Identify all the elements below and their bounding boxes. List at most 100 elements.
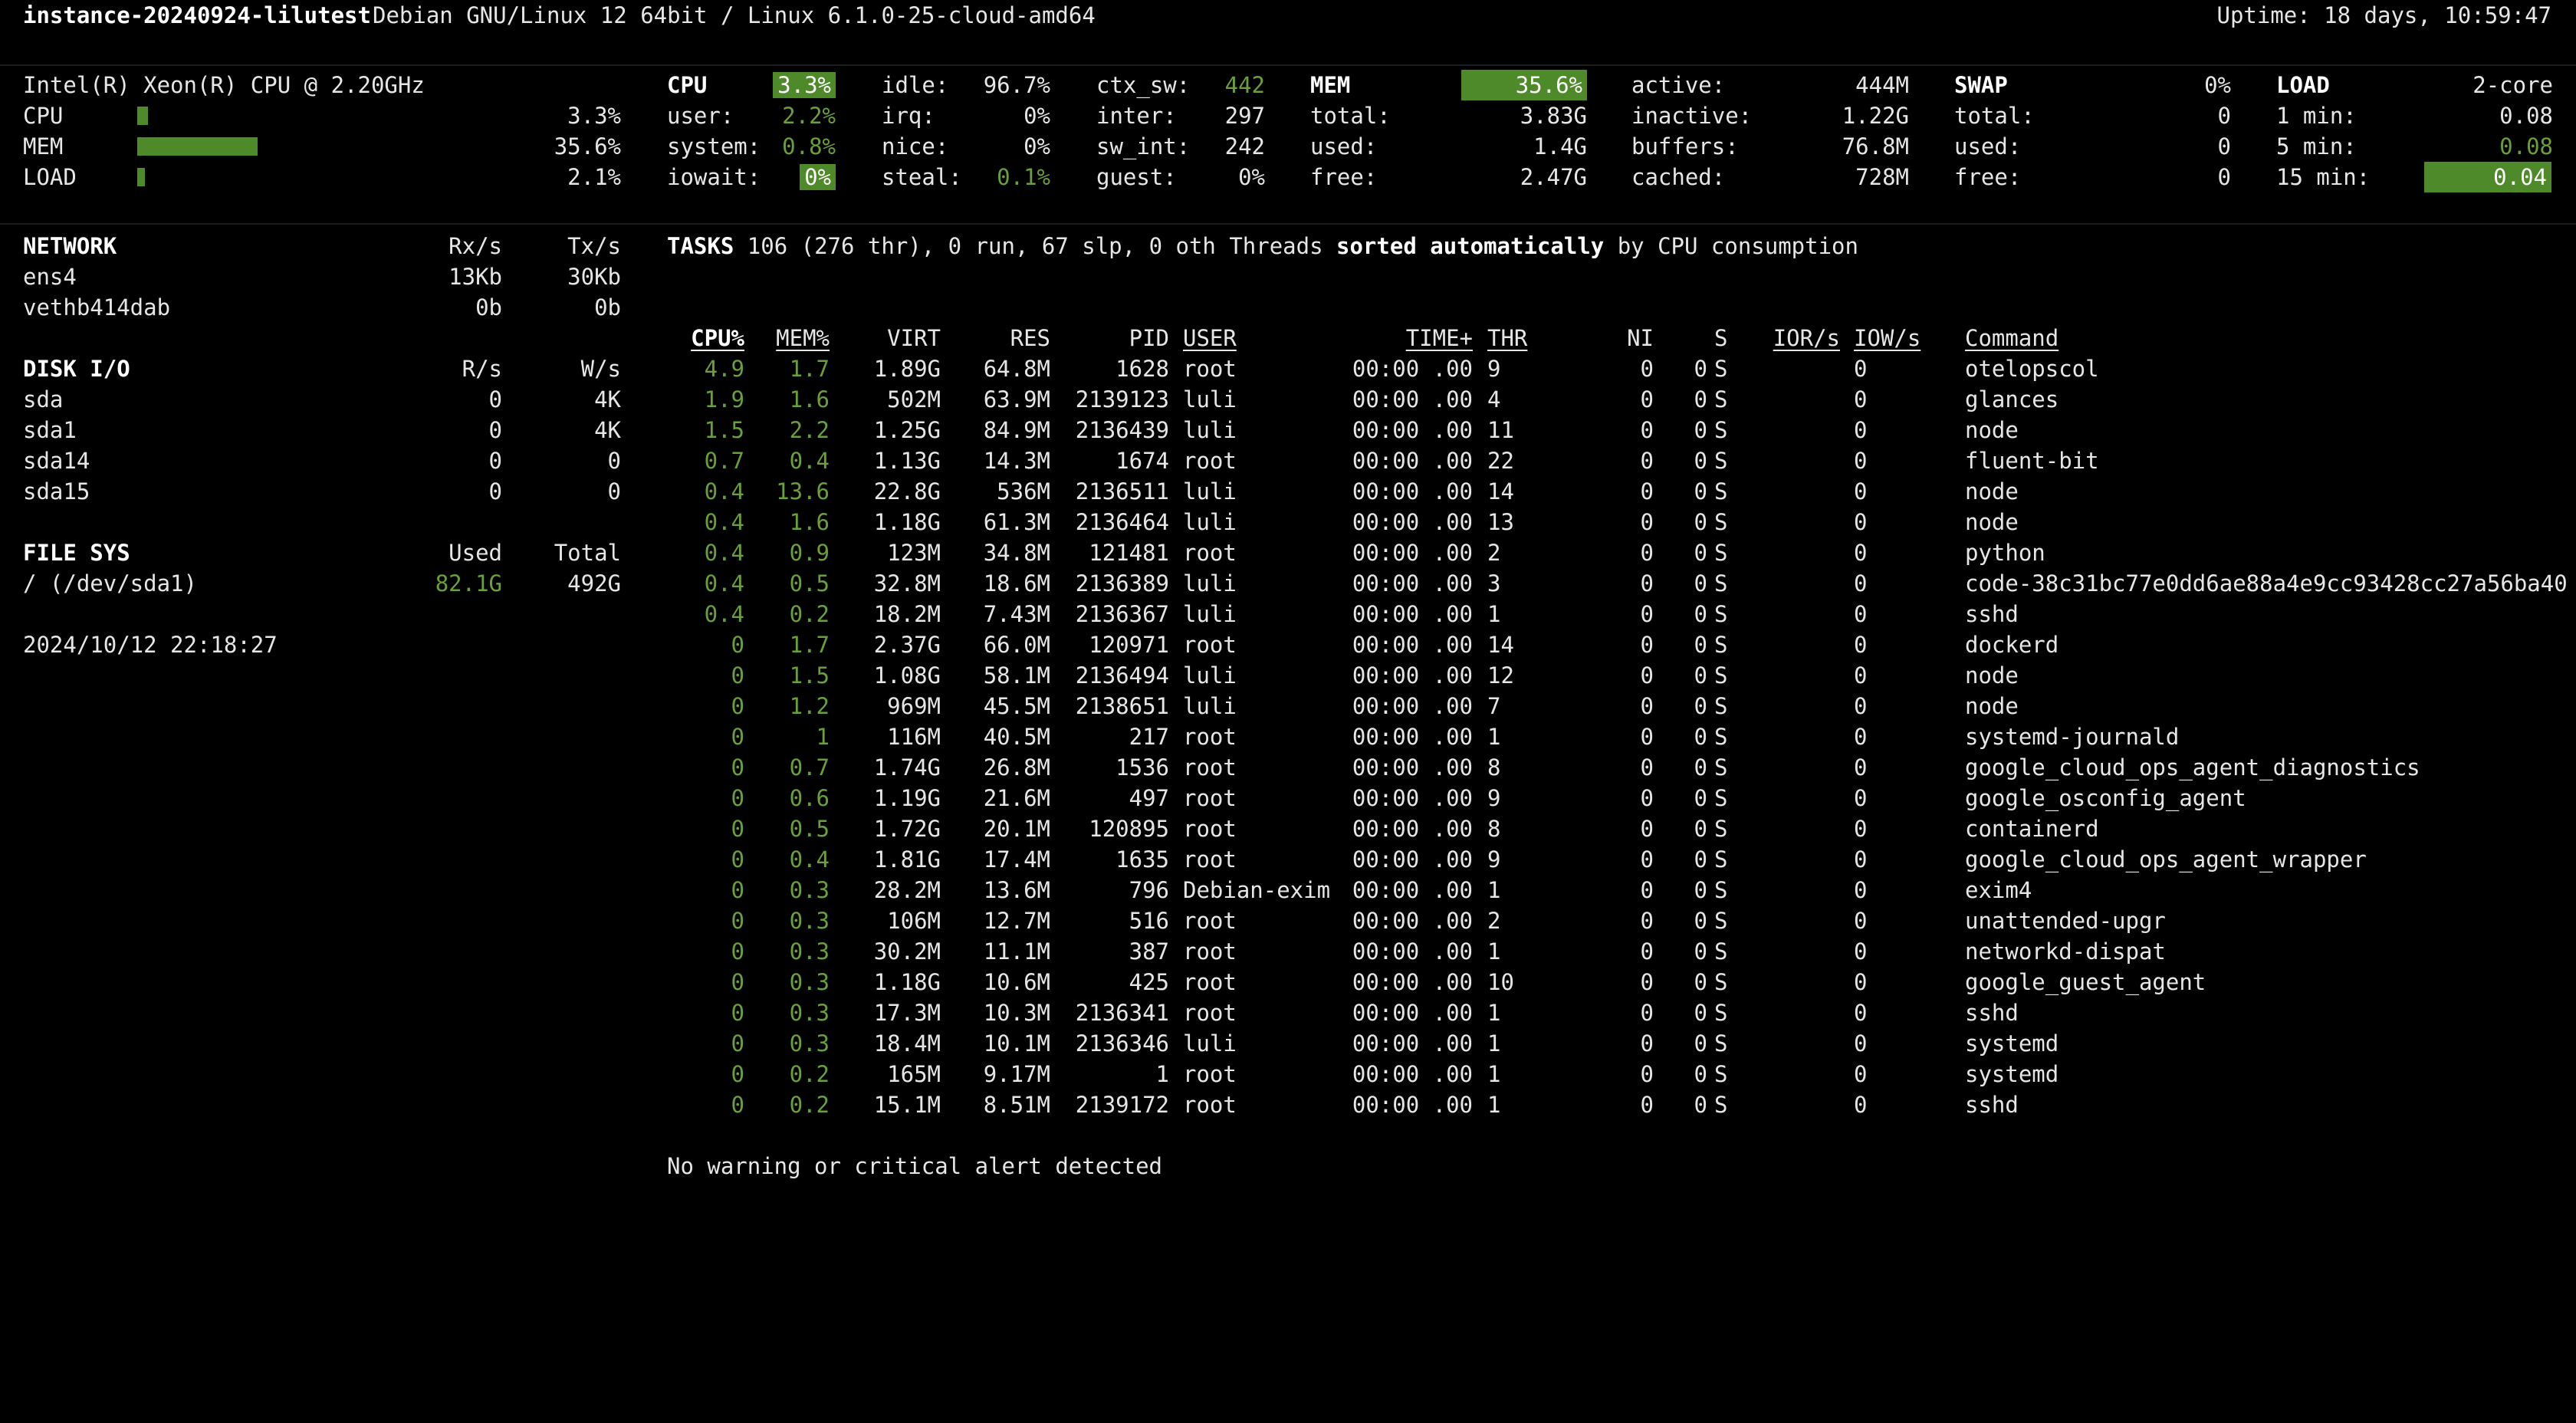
- proc-cpu: 0.7: [704, 448, 744, 474]
- proc-pid: 1674: [1116, 448, 1169, 474]
- proc-mem: 0.3: [789, 908, 830, 934]
- process-row[interactable]: 0 0.5 1.72G 20.1M 120895 root 00:00 .00 8 0 S 0 0 co…: [0, 813, 2576, 844]
- proc-pid: 2136389: [1075, 570, 1169, 596]
- process-row[interactable]: 0 0.3 30.2M 11.1M 387 root 00:00 .00 1 0 S 0 0 netwo…: [0, 936, 2576, 967]
- process-row[interactable]: 1.9 1.6 502M 63.9M 2139123 luli 00:00 .00 4 0 S 0 0…: [0, 384, 2576, 415]
- proc-threads: 1: [1487, 1000, 1501, 1026]
- proc-res: 40.5M: [983, 724, 1050, 750]
- proc-io-read: 0: [1694, 969, 1707, 995]
- proc-res: 61.3M: [983, 509, 1050, 535]
- proc-cpu: 1.9: [704, 386, 744, 412]
- process-row[interactable]: 0 0.7 1.74G 26.8M 1536 root 00:00 .00 8 0 S 0 0 goog…: [0, 752, 2576, 783]
- process-row[interactable]: 0.4 1.6 1.18G 61.3M 2136464 luli 00:00 .00 13 0 S…: [0, 507, 2576, 537]
- process-row[interactable]: 0.7 0.4 1.13G 14.3M 1674 root 00:00 .00 22 0 S 0 0 f…: [0, 445, 2576, 476]
- proc-command: containerd: [1965, 816, 2099, 842]
- proc-user: root: [1183, 1061, 1237, 1087]
- col-header-thr[interactable]: THR: [1487, 323, 1527, 353]
- proc-command: systemd: [1965, 1030, 2059, 1057]
- cpu-nice: 0%: [1024, 133, 1050, 159]
- proc-res: 10.3M: [983, 1000, 1050, 1026]
- quicklook-mem-value: 35.6%: [554, 133, 621, 159]
- proc-pid: 2138651: [1075, 693, 1169, 719]
- process-row[interactable]: 0 1.5 1.08G 58.1M 2136494 luli 00:00 .00 12 0 S 0 0…: [0, 660, 2576, 691]
- proc-res: 20.1M: [983, 816, 1050, 842]
- proc-user: root: [1183, 632, 1237, 658]
- proc-threads: 8: [1487, 754, 1501, 781]
- process-row[interactable]: 0.4 13.6 22.8G 536M 2136511 luli 00:00 .00 14 0 S…: [0, 476, 2576, 507]
- proc-cpu: 0: [731, 1092, 744, 1118]
- proc-io-read: 0: [1694, 417, 1707, 443]
- process-row[interactable]: 0 1.2 969M 45.5M 2138651 luli 00:00 .00 7 0 S 0 0 no…: [0, 691, 2576, 721]
- process-row[interactable]: 0 0.4 1.81G 17.4M 1635 root 00:00 .00 9 0 S 0 0 goog…: [0, 844, 2576, 875]
- process-row[interactable]: 0.4 0.9 123M 34.8M 121481 root 00:00 .00 2 0 S 0 0 p…: [0, 537, 2576, 568]
- col-header-user[interactable]: USER: [1183, 323, 1237, 353]
- proc-state: S: [1714, 1030, 1728, 1057]
- proc-res: 63.9M: [983, 386, 1050, 412]
- proc-virt: 1.13G: [873, 448, 941, 474]
- proc-io-write: 0: [1854, 1000, 1868, 1026]
- proc-mem: 0.4: [789, 846, 830, 873]
- col-header-mem[interactable]: MEM%: [776, 323, 830, 353]
- process-row[interactable]: 4.9 1.7 1.89G 64.8M 1628 root 00:00 .00 9 0 S 0 0 ot…: [0, 353, 2576, 384]
- proc-state: S: [1714, 448, 1728, 474]
- proc-mem: 0.3: [789, 969, 830, 995]
- mem-active-label: active:: [1631, 72, 1726, 98]
- proc-io-read: 0: [1694, 632, 1707, 658]
- proc-nice: 0: [1640, 938, 1654, 965]
- col-header-iow[interactable]: IOW/s: [1854, 323, 1921, 353]
- col-header-cpu[interactable]: CPU%: [691, 323, 744, 353]
- proc-res: 7.43M: [983, 601, 1050, 627]
- network-iface-rx: 13Kb: [449, 264, 502, 290]
- proc-pid: 387: [1129, 938, 1169, 965]
- proc-threads: 1: [1487, 877, 1501, 903]
- proc-state: S: [1714, 908, 1728, 934]
- proc-threads: 10: [1487, 969, 1514, 995]
- tasks-summary: TASKS 106 (276 thr), 0 run, 67 slp, 0 ot…: [667, 231, 1858, 261]
- process-row[interactable]: 0.4 0.2 18.2M 7.43M 2136367 luli 00:00 .00 1 0 S 0…: [0, 599, 2576, 629]
- col-header-ior[interactable]: IOR/s: [1773, 323, 1840, 353]
- process-row[interactable]: 0 0.3 1.18G 10.6M 425 root 00:00 .00 10 0 S 0 0 goog…: [0, 967, 2576, 997]
- proc-virt: 18.4M: [873, 1030, 941, 1057]
- col-header-command[interactable]: Command: [1965, 323, 2058, 353]
- proc-cpu: 0: [731, 632, 744, 658]
- proc-threads: 14: [1487, 632, 1514, 658]
- proc-io-write: 0: [1854, 754, 1868, 781]
- proc-mem: 0.3: [789, 1030, 830, 1057]
- proc-virt: 123M: [887, 540, 941, 566]
- cpu-inter-label: inter:: [1096, 103, 1177, 129]
- process-row[interactable]: 0 0.6 1.19G 21.6M 497 root 00:00 .00 9 0 S 0 0 googl…: [0, 783, 2576, 813]
- proc-cpu: 0: [731, 1061, 744, 1087]
- process-row[interactable]: 0 0.3 28.2M 13.6M 796 Debian-exim 00:00 .00 1 0 S…: [0, 875, 2576, 905]
- process-row[interactable]: 0 0.2 165M 9.17M 1 root 00:00 .00 1 0 S 0 0 systemd: [0, 1059, 2576, 1089]
- proc-res: 26.8M: [983, 754, 1050, 781]
- process-row[interactable]: 0.4 0.5 32.8M 18.6M 2136389 luli 00:00 .00 3 0 S 0…: [0, 568, 2576, 599]
- proc-command: systemd: [1965, 1061, 2059, 1087]
- process-row[interactable]: 0 1.7 2.37G 66.0M 120971 root 00:00 .00 14 0 S 0 0 d…: [0, 629, 2576, 660]
- cpu-irq-label: irq:: [882, 103, 935, 129]
- proc-nice: 0: [1640, 1030, 1654, 1057]
- proc-pid: 2139123: [1075, 386, 1169, 412]
- proc-cpu: 0: [731, 816, 744, 842]
- proc-user: root: [1183, 938, 1237, 965]
- cpu-inter: 297: [1224, 103, 1265, 129]
- col-header-time[interactable]: TIME+: [1406, 323, 1473, 353]
- process-row[interactable]: 0 1 116M 40.5M 217 root 00:00 .00 1 0 S 0 0 systemd-…: [0, 721, 2576, 752]
- separator: [0, 64, 2576, 66]
- proc-state: S: [1714, 540, 1728, 566]
- process-row[interactable]: 0 0.2 15.1M 8.51M 2139172 root 00:00 .00 1 0 S 0 0 s…: [0, 1089, 2576, 1120]
- proc-io-read: 0: [1694, 938, 1707, 965]
- proc-mem: 0.4: [789, 448, 830, 474]
- process-row[interactable]: 1.5 2.2 1.25G 84.9M 2136439 luli 00:00 .00 11 0 S…: [0, 415, 2576, 445]
- proc-cpu: 0: [731, 1030, 744, 1057]
- process-row[interactable]: 0 0.3 18.4M 10.1M 2136346 luli 00:00 .00 1 0 S 0 0 s…: [0, 1028, 2576, 1059]
- load-cores: 2-core: [2472, 72, 2553, 98]
- uptime: Uptime: 18 days, 10:59:47: [2216, 2, 2552, 28]
- proc-cpu: 0.4: [704, 570, 744, 596]
- process-row[interactable]: 0 0.3 106M 12.7M 516 root 00:00 .00 2 0 S 0 0 unatte…: [0, 905, 2576, 936]
- process-row[interactable]: 0 0.3 17.3M 10.3M 2136341 root 00:00 .00 1 0 S 0 0 s…: [0, 997, 2576, 1028]
- proc-time: 00:00 .00: [1352, 540, 1473, 566]
- proc-state: S: [1714, 601, 1728, 627]
- proc-nice: 0: [1640, 570, 1654, 596]
- proc-time: 00:00 .00: [1352, 846, 1473, 873]
- proc-res: 14.3M: [983, 448, 1050, 474]
